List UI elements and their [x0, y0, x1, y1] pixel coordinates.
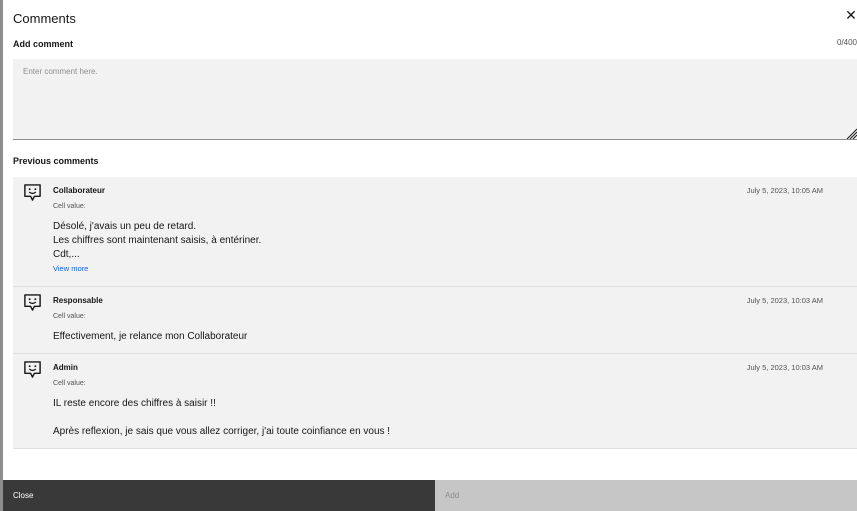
add-comment-label: Add comment [13, 39, 74, 49]
comment-body: IL reste encore des chiffres à saisir !!… [53, 397, 390, 439]
view-more-link[interactable]: View more [53, 264, 88, 273]
add-button[interactable]: Add [435, 480, 857, 511]
comment-line: Après reflexion, je sais que vous allez … [53, 426, 391, 437]
previous-comments-label: Previous comments [13, 156, 99, 166]
comment-author: Admin [53, 363, 78, 372]
comment-body: Désolé, j'avais un peu de retard. Les ch… [53, 220, 261, 262]
comment-icon [24, 361, 41, 378]
comment-line: Cdt,... [53, 249, 80, 260]
comment-author: Responsable [53, 296, 103, 305]
cell-value-label: Cell value: [53, 380, 86, 387]
comment-item: Collaborateur July 5, 2023, 10:05 AM Cel… [13, 177, 857, 287]
comment-line: Effectivement, je relance mon Collaborat… [53, 331, 248, 342]
close-icon[interactable]: ✕ [845, 8, 857, 22]
resize-grip-icon[interactable] [845, 127, 857, 139]
comment-textarea-wrapper [13, 59, 857, 140]
comment-date: July 5, 2023, 10:05 AM [746, 186, 823, 195]
comments-modal: Comments ✕ Add comment 0/400 Previous co… [3, 0, 857, 511]
comment-date: July 5, 2023, 10:03 AM [746, 296, 823, 305]
comment-line [53, 411, 390, 425]
cell-value-label: Cell value: [53, 203, 86, 210]
comment-body: Effectivement, je relance mon Collaborat… [53, 330, 247, 344]
comment-line: IL reste encore des chiffres à saisir !! [53, 398, 216, 409]
comment-input[interactable] [13, 59, 857, 139]
comment-item: Responsable July 5, 2023, 10:03 AM Cell … [13, 287, 857, 354]
comment-icon [24, 294, 41, 311]
character-counter: 0/400 [836, 38, 857, 47]
comment-item: Admin July 5, 2023, 10:03 AM Cell value:… [13, 354, 857, 449]
modal-footer: Close Add [3, 480, 857, 511]
comment-date: July 5, 2023, 10:03 AM [746, 363, 823, 372]
cell-value-label: Cell value: [53, 313, 86, 320]
comment-author: Collaborateur [53, 186, 106, 195]
comment-line: Les chiffres sont maintenant saisis, à e… [53, 235, 262, 246]
close-button[interactable]: Close [3, 480, 435, 511]
comment-icon [24, 184, 41, 201]
comment-line: Désolé, j'avais un peu de retard. [53, 221, 197, 232]
modal-title: Comments [13, 11, 76, 26]
